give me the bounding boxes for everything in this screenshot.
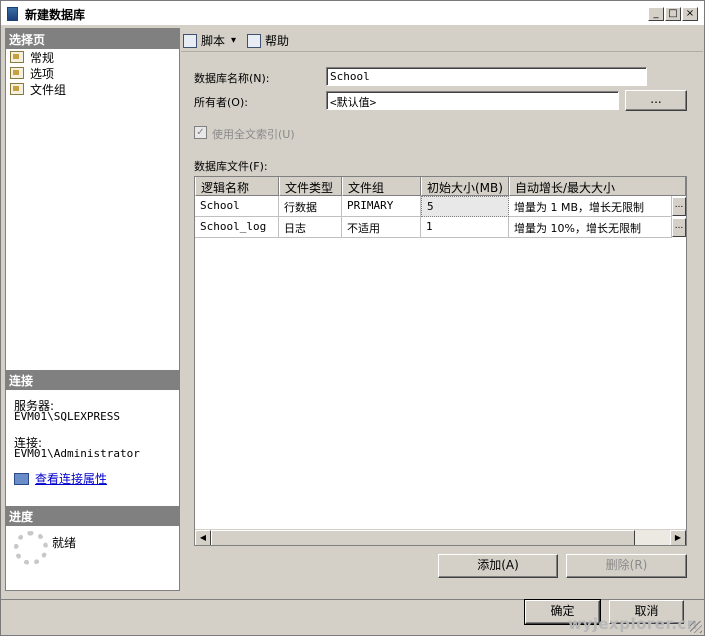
toolbar: 脚本 ▾ 帮助: [181, 28, 703, 52]
minimize-button[interactable]: _: [648, 7, 664, 21]
page-item-label: 常规: [30, 50, 55, 65]
view-connection-properties-link[interactable]: 查看连接属性: [35, 470, 107, 487]
close-button[interactable]: ×: [682, 7, 698, 21]
column-header[interactable]: 文件组: [342, 177, 421, 196]
fulltext-label: 使用全文索引(U): [212, 128, 295, 141]
logical-name-cell[interactable]: School: [195, 196, 279, 217]
watermark: wyjexplorer.cn: [568, 615, 698, 633]
initial-size-cell[interactable]: 1: [421, 217, 509, 238]
filegroup-cell[interactable]: 不适用: [342, 217, 421, 238]
fulltext-checkbox[interactable]: ✓: [194, 126, 207, 139]
column-header[interactable]: 文件类型: [279, 177, 342, 196]
progress-spinner-icon: [14, 531, 48, 565]
select-page-header: 选择页: [6, 29, 179, 49]
chevron-down-icon[interactable]: ▾: [231, 35, 236, 46]
owner-label: 所有者(O):: [194, 96, 248, 109]
autogrowth-edit-button[interactable]: ...: [672, 197, 686, 216]
db-files-label: 数据库文件(F):: [194, 160, 268, 173]
logical-name-cell[interactable]: School_log: [195, 217, 279, 238]
script-icon: [183, 33, 197, 48]
connection-value: EVM01\Administrator: [14, 447, 140, 460]
autogrowth-cell: 增量为 1 MB，增长无限制: [509, 196, 672, 217]
page-item-general[interactable]: 常规: [10, 49, 54, 65]
autogrowth-cell: 增量为 10%，增长无限制: [509, 217, 672, 238]
column-header[interactable]: 逻辑名称: [195, 177, 279, 196]
server-value: EVM01\SQLEXPRESS: [14, 410, 120, 423]
page-item-options[interactable]: 选项: [10, 65, 54, 81]
database-icon: [7, 7, 18, 21]
maximize-button[interactable]: □: [665, 7, 681, 21]
initial-size-cell[interactable]: 5: [421, 196, 509, 217]
db-name-input[interactable]: School: [326, 67, 647, 86]
owner-input[interactable]: <默认值>: [326, 91, 619, 110]
page-item-label: 文件组: [30, 82, 67, 97]
column-header[interactable]: 自动增长/最大大小: [509, 177, 686, 196]
help-label: 帮助: [265, 34, 290, 48]
scrollbar-thumb[interactable]: [211, 530, 635, 545]
column-header[interactable]: 初始大小(MB): [421, 177, 509, 196]
connection-header: 连接: [6, 370, 179, 390]
properties-icon: [14, 472, 29, 485]
scroll-right-icon[interactable]: ▶: [670, 530, 686, 545]
table-row[interactable]: School 行数据 PRIMARY 5 增量为 1 MB，增长无限制 ...: [195, 196, 686, 217]
help-button[interactable]: 帮助: [247, 32, 289, 49]
owner-browse-button[interactable]: ...: [625, 90, 687, 111]
progress-header: 进度: [6, 506, 179, 526]
window-title: 新建数据库: [25, 8, 86, 22]
view-connection-properties[interactable]: 查看连接属性: [14, 470, 107, 487]
title-bar: 新建数据库 _ □ ×: [1, 1, 704, 26]
filegroup-cell[interactable]: PRIMARY: [342, 196, 421, 217]
db-name-label: 数据库名称(N):: [194, 72, 270, 85]
database-files-grid[interactable]: 逻辑名称 文件类型 文件组 初始大小(MB) 自动增长/最大大小 School …: [194, 176, 687, 546]
new-database-dialog: 新建数据库 _ □ × 选择页 常规 选项 文件组 连接 服务器: EVM01\…: [0, 0, 705, 636]
grid-header: 逻辑名称 文件类型 文件组 初始大小(MB) 自动增长/最大大小: [195, 177, 686, 196]
page-icon: [10, 67, 24, 79]
add-button[interactable]: 添加(A): [438, 554, 558, 578]
left-pane: 选择页 常规 选项 文件组 连接 服务器: EVM01\SQLEXPRESS 连…: [5, 28, 180, 591]
help-icon: [247, 33, 261, 48]
file-type-cell[interactable]: 日志: [279, 217, 342, 238]
page-item-label: 选项: [30, 66, 55, 81]
progress-status: 就绪: [52, 536, 77, 550]
autogrowth-edit-button[interactable]: ...: [672, 218, 686, 237]
page-item-filegroups[interactable]: 文件组: [10, 81, 66, 97]
resize-grip-icon[interactable]: [690, 621, 702, 633]
table-row[interactable]: School_log 日志 不适用 1 增量为 10%，增长无限制 ...: [195, 217, 686, 238]
horizontal-scrollbar[interactable]: ◀ ▶: [195, 529, 686, 545]
file-type-cell[interactable]: 行数据: [279, 196, 342, 217]
script-button[interactable]: 脚本 ▾: [183, 32, 236, 49]
remove-button[interactable]: 删除(R): [566, 554, 687, 578]
page-icon: [10, 51, 24, 63]
page-icon: [10, 83, 24, 95]
scroll-left-icon[interactable]: ◀: [195, 530, 211, 545]
script-label: 脚本: [201, 34, 226, 48]
